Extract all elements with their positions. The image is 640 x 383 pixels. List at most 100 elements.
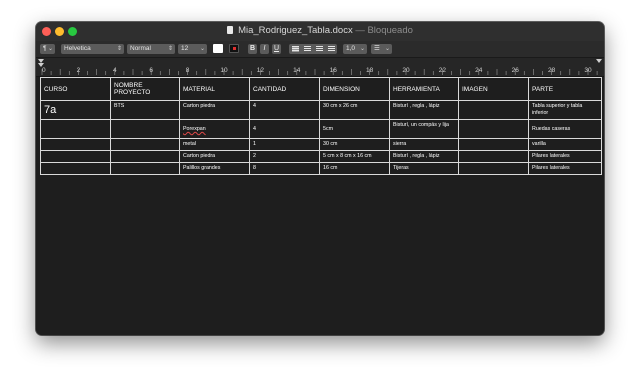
document-page[interactable]: CURSO NOMBRE PROYECTO MATERIAL CANTIDAD … xyxy=(36,77,604,335)
table-cell[interactable]: varilla xyxy=(528,138,602,151)
chevron-down-icon: ⌄ xyxy=(199,46,205,52)
table-cell[interactable]: 5 cm x 8 cm x 16 cm xyxy=(319,150,390,163)
table-cell[interactable] xyxy=(40,162,111,175)
table-cell[interactable] xyxy=(110,138,180,151)
paragraph-icon: ¶ xyxy=(43,45,47,52)
table-row: Palillos grandes 8 16 cm Tijeras Pilares… xyxy=(40,162,602,175)
chevron-down-icon: ⌄ xyxy=(47,46,53,52)
left-indent-marker-icon[interactable] xyxy=(38,59,44,63)
table-cell[interactable] xyxy=(40,119,111,139)
table-cell[interactable]: Pilares laterales xyxy=(528,150,602,163)
table-cell[interactable] xyxy=(458,119,529,139)
chevron-down-icon: ⌄ xyxy=(359,46,365,52)
file-name: Mia_Rodriguez_Tabla.docx xyxy=(238,25,353,36)
header-dimension: DIMENSION xyxy=(319,77,390,101)
format-toolbar: ¶ ⌄ Helvetica ⇕ Normal ⇕ 12 ⌄ B I U 1,0 ⌄ ☰ ⌄ xyxy=(36,41,604,58)
table-header-row: CURSO NOMBRE PROYECTO MATERIAL CANTIDAD … xyxy=(40,77,602,101)
align-right-icon[interactable] xyxy=(316,46,323,52)
font-style-value: Normal xyxy=(130,45,151,52)
table-cell[interactable] xyxy=(458,162,529,175)
ruler-label: 2 xyxy=(77,67,81,74)
ruler-label: 14 xyxy=(293,67,301,74)
table-cell[interactable] xyxy=(40,138,111,151)
chevron-down-icon: ⌄ xyxy=(384,46,390,52)
table-cell[interactable]: Porexpan xyxy=(179,119,250,139)
ruler-scale: 0 2 4 6 8 10 12 14 16 18 20 22 24 26 28 30 xyxy=(38,59,602,75)
table-row: Carton piedra 2 5 cm x 8 cm x 16 cm Bist… xyxy=(40,150,602,163)
ruler-label: 26 xyxy=(512,67,520,74)
list-button[interactable]: ☰ ⌄ xyxy=(371,44,392,54)
table-cell[interactable]: 7a xyxy=(40,100,111,120)
ruler-label: 4 xyxy=(113,67,117,74)
table-cell[interactable]: Bisturí , regla , lápiz xyxy=(389,150,459,163)
font-size-select[interactable]: 12 ⌄ xyxy=(178,44,207,54)
header-parte: PARTE xyxy=(528,77,602,101)
highlight-color-swatch[interactable] xyxy=(229,44,239,53)
paragraph-style-button[interactable]: ¶ ⌄ xyxy=(40,44,55,54)
table-cell[interactable] xyxy=(110,162,180,175)
table-cell[interactable]: Bisturí, un compás y lija xyxy=(389,119,459,139)
line-spacing-value: 1,0 xyxy=(346,45,356,52)
header-imagen: IMAGEN xyxy=(458,77,529,101)
ruler-label: 12 xyxy=(257,67,265,74)
table-cell[interactable]: 4 xyxy=(249,119,320,139)
chevron-updown-icon: ⇕ xyxy=(167,46,173,52)
table-cell[interactable]: metal xyxy=(179,138,250,151)
table-cell[interactable]: 4 xyxy=(249,100,320,120)
right-indent-marker-icon[interactable] xyxy=(596,59,602,63)
table-row: Porexpan 4 5cm Bisturí, un compás y lija… xyxy=(40,119,602,139)
font-family-select[interactable]: Helvetica ⇕ xyxy=(61,44,124,54)
ruler-label: 8 xyxy=(186,67,190,74)
align-center-icon[interactable] xyxy=(304,46,311,52)
font-style-select[interactable]: Normal ⇕ xyxy=(127,44,175,54)
table-cell[interactable]: 5cm xyxy=(319,119,390,139)
underline-button[interactable]: U xyxy=(272,44,281,54)
italic-button[interactable]: I xyxy=(260,44,269,54)
table-cell[interactable] xyxy=(110,150,180,163)
chevron-updown-icon: ⇕ xyxy=(116,46,122,52)
ruler-label: 18 xyxy=(366,67,374,74)
table-cell[interactable] xyxy=(110,119,180,139)
table-cell[interactable] xyxy=(458,150,529,163)
table-row: metal 1 30 cm sierra varilla xyxy=(40,138,602,151)
table-cell[interactable] xyxy=(40,150,111,163)
ruler-label: 22 xyxy=(439,67,447,74)
table-cell[interactable]: Palillos grandes xyxy=(179,162,250,175)
table-cell[interactable] xyxy=(458,100,529,120)
document-window: Mia_Rodriguez_Tabla.docx — Bloqueado ¶ ⌄ … xyxy=(36,22,604,335)
table-cell[interactable]: Pilares laterales xyxy=(528,162,602,175)
table-row: 7a BTS Carton piedra 4 30 cm x 26 cm Bis… xyxy=(40,100,602,120)
ruler-label: 0 xyxy=(42,67,46,74)
table-cell[interactable]: 8 xyxy=(249,162,320,175)
table-cell[interactable]: Tabla superior y tabla inferior xyxy=(528,100,602,120)
align-left-icon[interactable] xyxy=(292,46,299,52)
table-cell[interactable]: 16 cm xyxy=(319,162,390,175)
table-cell[interactable] xyxy=(458,138,529,151)
data-table: CURSO NOMBRE PROYECTO MATERIAL CANTIDAD … xyxy=(40,77,602,175)
text-color-swatch[interactable] xyxy=(213,44,223,53)
header-herramienta: HERRAMIENTA xyxy=(389,77,459,101)
align-justify-icon[interactable] xyxy=(328,46,335,52)
header-nombre-proyecto: NOMBRE PROYECTO xyxy=(110,77,180,101)
lock-status: Bloqueado xyxy=(367,25,413,36)
bold-button[interactable]: B xyxy=(248,44,257,54)
ruler-label: 6 xyxy=(149,67,153,74)
ruler-label: 10 xyxy=(220,67,228,74)
table-cell[interactable]: Bisturí , regla , lápiz xyxy=(389,100,459,120)
line-spacing-select[interactable]: 1,0 ⌄ xyxy=(343,44,367,54)
table-cell[interactable]: Ruedas caseras xyxy=(528,119,602,139)
table-cell[interactable]: Tijeras xyxy=(389,162,459,175)
window-title: Mia_Rodriguez_Tabla.docx — Bloqueado xyxy=(36,25,604,36)
ruler[interactable]: 0 2 4 6 8 10 12 14 16 18 20 22 24 26 28 30 xyxy=(36,58,604,77)
table-cell[interactable]: Carton piedra xyxy=(179,150,250,163)
title-bar[interactable]: Mia_Rodriguez_Tabla.docx — Bloqueado xyxy=(36,22,604,41)
table-cell[interactable]: sierra xyxy=(389,138,459,151)
table-cell[interactable]: 2 xyxy=(249,150,320,163)
ruler-label: 24 xyxy=(475,67,483,74)
table-cell[interactable]: 30 cm xyxy=(319,138,390,151)
table-cell[interactable]: Carton piedra xyxy=(179,100,250,120)
table-cell[interactable]: 1 xyxy=(249,138,320,151)
table-cell[interactable]: BTS xyxy=(110,100,180,120)
table-cell[interactable]: 30 cm x 26 cm xyxy=(319,100,390,120)
color-marker-icon xyxy=(233,47,236,50)
